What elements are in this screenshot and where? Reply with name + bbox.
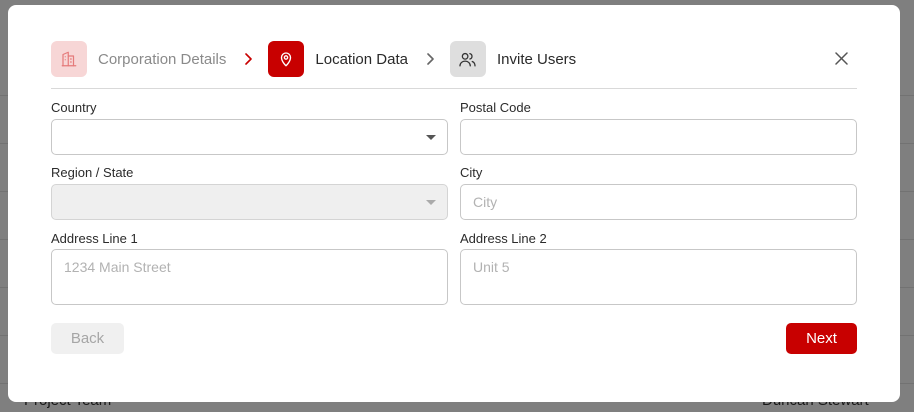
country-select[interactable] [51,119,448,155]
users-icon [449,41,486,77]
step-corporation-details[interactable]: Corporation Details [51,41,226,77]
chevron-down-icon [426,135,436,140]
step-location-data[interactable]: Location Data [268,41,408,77]
country-label: Country [51,100,97,115]
header-divider [51,88,857,89]
chevron-right-icon [244,53,254,65]
city-input[interactable] [460,184,857,220]
postal-code-input[interactable] [460,119,857,155]
address-line-1-input[interactable] [51,249,448,305]
location-data-modal: Corporation Details Location Data Invite… [8,5,900,402]
region-label: Region / State [51,165,134,180]
address-line-2-label: Address Line 2 [460,231,547,246]
step-label: Corporation Details [98,50,227,68]
address-line-2-input[interactable] [460,249,857,305]
region-select[interactable] [51,184,448,220]
building-icon [51,41,87,77]
step-label: Location Data [315,50,408,68]
next-button[interactable]: Next [786,323,857,354]
back-button[interactable]: Back [51,323,124,354]
map-pin-icon [268,41,305,77]
step-invite-users[interactable]: Invite Users [449,41,577,77]
chevron-down-icon [426,200,436,205]
close-icon[interactable] [831,48,851,68]
address-line-1-label: Address Line 1 [51,231,138,246]
chevron-right-icon [426,53,436,65]
step-label: Invite Users [496,50,577,68]
city-label: City [460,165,483,180]
postal-code-label: Postal Code [460,100,531,115]
wizard-stepper: Corporation Details Location Data Invite… [51,41,576,77]
